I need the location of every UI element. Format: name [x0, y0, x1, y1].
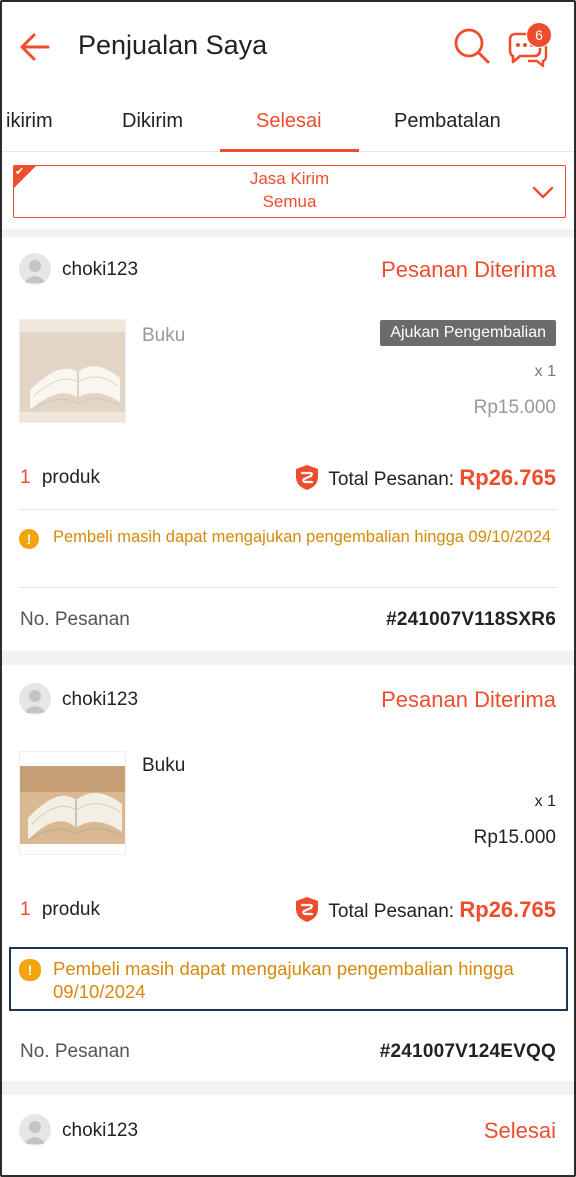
- total-label: Total Pesanan:: [328, 901, 455, 922]
- app-header: Penjualan Saya 6: [2, 2, 574, 90]
- shield-icon: [296, 465, 319, 490]
- order-number-label: No. Pesanan: [20, 609, 130, 630]
- order-status: Selesai: [483, 1118, 556, 1143]
- filter-value: Semua: [262, 192, 317, 211]
- notice-text: Pembeli masih dapat mengajukan pengembal…: [53, 958, 514, 1002]
- avatar: [19, 253, 51, 285]
- shield-icon: [296, 897, 319, 922]
- divider: [19, 509, 557, 510]
- warning-icon: !: [19, 959, 41, 981]
- avatar: [19, 683, 51, 715]
- order-status: Pesanan Diterima: [381, 257, 556, 282]
- order-number: #241007V124EVQQ: [379, 1041, 556, 1062]
- status-tabs: ikirim Dikirim Selesai Pembatalan: [2, 90, 574, 152]
- product-name: Buku: [142, 325, 186, 346]
- order-number-label: No. Pesanan: [20, 1041, 130, 1062]
- order-card[interactable]: choki123 Pesanan Diterima Buku x 1 Rp15.…: [2, 665, 574, 1081]
- filter-area: ✔ Jasa Kirim Semua: [2, 153, 574, 229]
- avatar: [19, 1114, 51, 1146]
- product-count-label: produk: [41, 467, 100, 488]
- product-image: [19, 319, 126, 423]
- total-amount: Rp26.765: [459, 897, 556, 922]
- product-count: 1 produk: [20, 467, 100, 489]
- user-icon: [24, 690, 46, 713]
- active-tab-indicator: [220, 149, 359, 152]
- section-gap: [2, 1081, 574, 1095]
- product-count: 1 produk: [20, 899, 100, 921]
- product-quantity: x 1: [534, 793, 556, 810]
- order-card[interactable]: choki123 Selesai: [2, 1095, 574, 1175]
- chat-badge: 6: [526, 22, 552, 48]
- page-title: Penjualan Saya: [78, 30, 268, 60]
- product-price: Rp15.000: [473, 397, 556, 418]
- tab-selesai[interactable]: Selesai: [256, 110, 322, 133]
- chevron-down-icon: [532, 186, 554, 199]
- courier-filter-dropdown[interactable]: ✔ Jasa Kirim Semua: [13, 165, 566, 218]
- product-count-label: produk: [41, 899, 100, 920]
- return-deadline-notice: ! Pembeli masih dapat mengajukan pengemb…: [19, 527, 557, 549]
- buyer-name: choki123: [62, 259, 139, 280]
- product-price: Rp15.000: [473, 827, 556, 848]
- order-card[interactable]: choki123 Pesanan Diterima Buku Ajukan Pe…: [2, 237, 574, 651]
- order-number: #241007V118SXR6: [386, 609, 556, 630]
- buyer-name: choki123: [62, 1120, 139, 1141]
- order-total: Total Pesanan: Rp26.765: [294, 463, 556, 491]
- total-label: Total Pesanan:: [328, 469, 455, 490]
- tab-dikirim[interactable]: Dikirim: [122, 110, 183, 133]
- request-return-button[interactable]: Ajukan Pengembalian: [380, 320, 556, 346]
- back-arrow-icon[interactable]: [18, 30, 52, 64]
- section-gap: [2, 229, 574, 237]
- warning-icon: !: [19, 529, 39, 549]
- user-icon: [24, 260, 46, 283]
- tab-pembatalan[interactable]: Pembatalan: [394, 110, 501, 133]
- tab-dikirim-partial[interactable]: ikirim: [6, 110, 53, 133]
- filter-label: Jasa Kirim: [249, 169, 330, 188]
- return-deadline-notice: ! Pembeli masih dapat mengajukan pengemb…: [19, 957, 557, 1003]
- product-name: Buku: [142, 755, 186, 776]
- product-count-number: 1: [20, 899, 31, 920]
- notice-text: Pembeli masih dapat mengajukan pengembal…: [53, 528, 552, 546]
- screen: Penjualan Saya 6 ikirim Dikirim Selesai …: [0, 0, 576, 1177]
- order-status: Pesanan Diterima: [381, 687, 556, 712]
- search-icon[interactable]: [452, 26, 492, 66]
- buyer-name: choki123: [62, 689, 139, 710]
- divider: [19, 587, 557, 588]
- order-total: Total Pesanan: Rp26.765: [294, 895, 556, 923]
- product-quantity: x 1: [534, 363, 556, 380]
- product-image: [19, 751, 126, 855]
- total-amount: Rp26.765: [459, 465, 556, 490]
- user-icon: [24, 1121, 46, 1144]
- section-gap: [2, 651, 574, 665]
- product-count-number: 1: [20, 467, 31, 488]
